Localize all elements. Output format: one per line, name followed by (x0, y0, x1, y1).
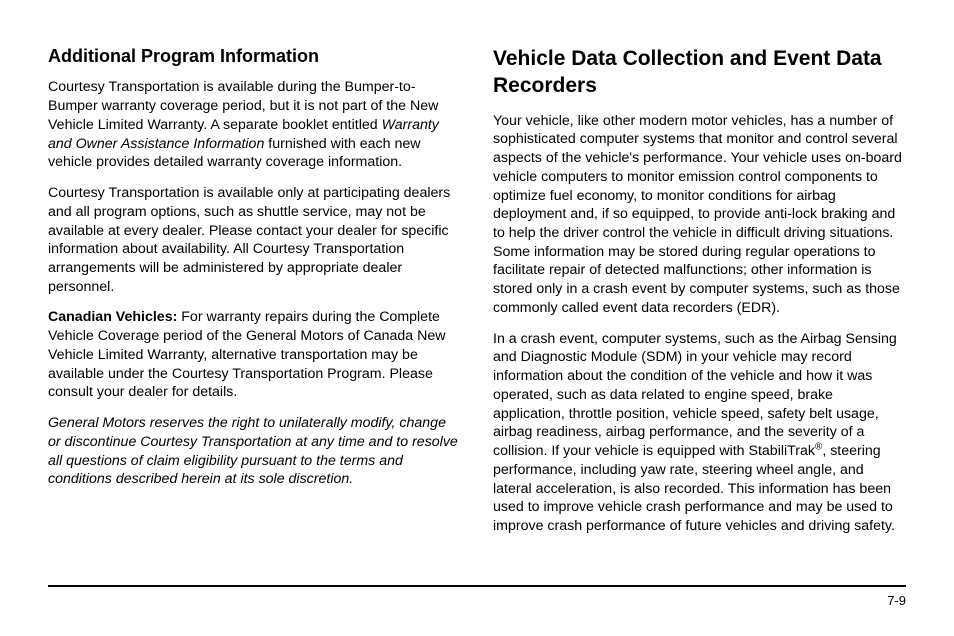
page-number: 7-9 (48, 593, 906, 608)
left-p3-lead: Canadian Vehicles: (48, 309, 177, 325)
left-para-4-italic: General Motors reserves the right to uni… (48, 414, 461, 489)
right-p2-a: In a crash event, computer systems, such… (493, 331, 897, 459)
right-heading: Vehicle Data Collection and Event Data R… (493, 45, 906, 100)
right-para-2: In a crash event, computer systems, such… (493, 330, 906, 536)
left-heading: Additional Program Information (48, 45, 461, 68)
right-para-1: Your vehicle, like other modern motor ve… (493, 112, 906, 318)
two-column-layout: Additional Program Information Courtesy … (48, 45, 906, 548)
left-para-3: Canadian Vehicles: For warranty repairs … (48, 308, 461, 402)
left-column: Additional Program Information Courtesy … (48, 45, 461, 548)
left-para-2: Courtesy Transportation is available onl… (48, 184, 461, 296)
left-p1-a: Courtesy Transportation is available dur… (48, 79, 438, 132)
page-footer: 7-9 (48, 585, 906, 608)
right-column: Vehicle Data Collection and Event Data R… (493, 45, 906, 548)
left-para-1: Courtesy Transportation is available dur… (48, 78, 461, 172)
footer-rule (48, 585, 906, 587)
